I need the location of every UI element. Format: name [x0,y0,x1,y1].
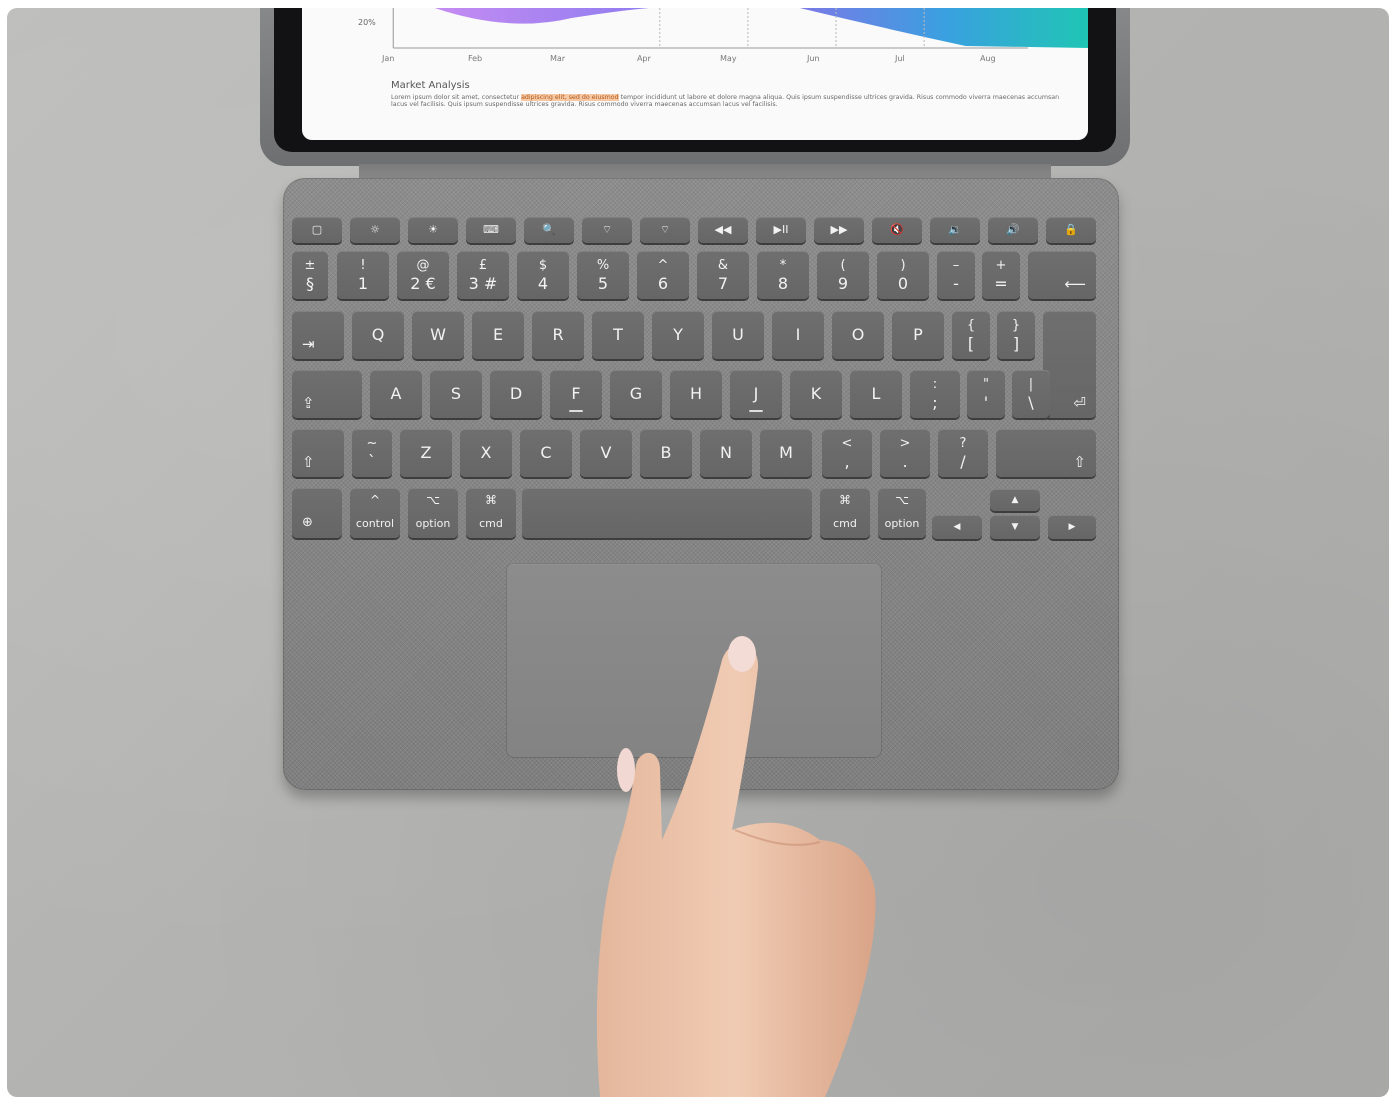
hand-illustration [596,636,876,1097]
fingernail [728,636,756,672]
fingernail [617,748,635,792]
hand [596,643,876,1097]
